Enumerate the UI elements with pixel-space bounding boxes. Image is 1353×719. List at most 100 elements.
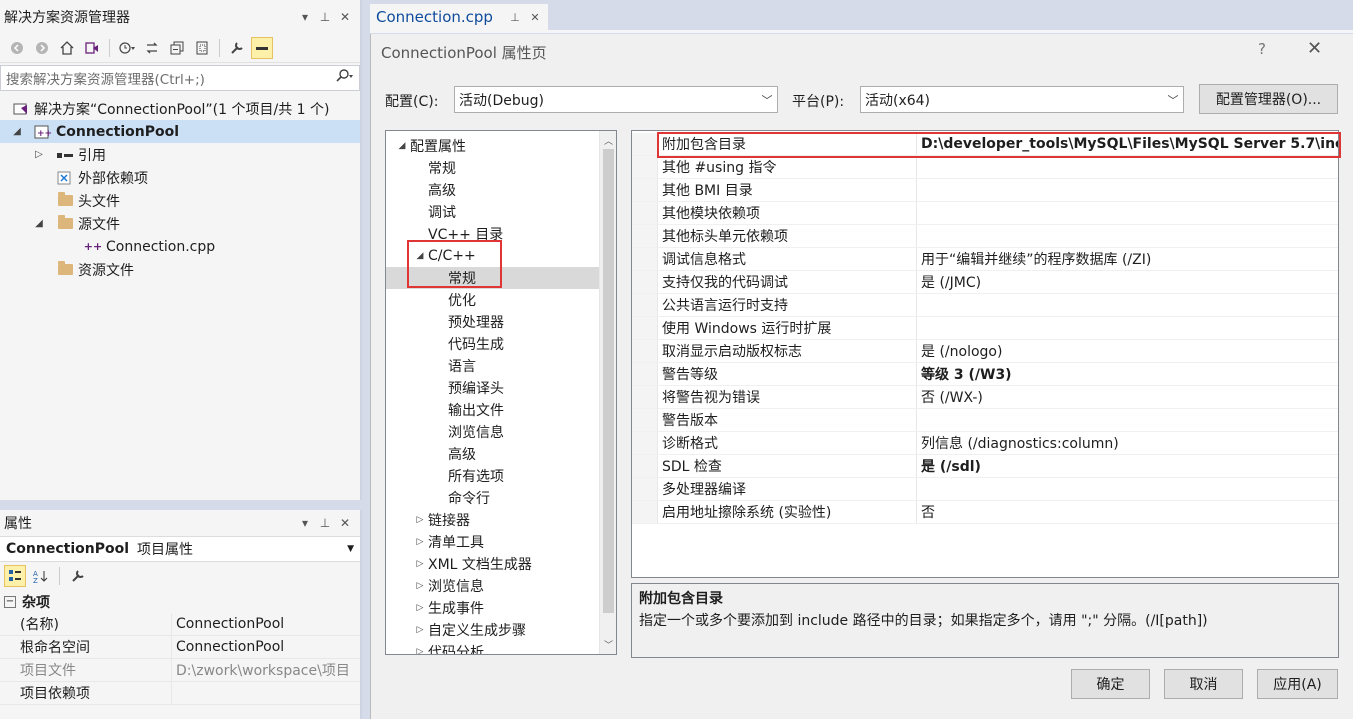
nav-tree-item[interactable]: 常规 (386, 267, 616, 289)
switch-views-icon[interactable] (81, 37, 103, 59)
property-row[interactable]: 多处理器编译 (632, 478, 1338, 501)
property-value[interactable] (917, 317, 1338, 339)
preview-selected-items-icon[interactable] (251, 36, 273, 59)
collapse-category-icon[interactable]: − (4, 595, 16, 608)
nav-tree-item[interactable]: VC++ 目录 (386, 223, 616, 245)
property-pages-wrench-icon[interactable] (67, 565, 89, 587)
nav-tree-item[interactable]: 高级 (386, 179, 616, 201)
property-row[interactable]: 将警告视为错误否 (/WX-) (632, 386, 1338, 409)
ok-button[interactable]: 确定 (1071, 669, 1150, 699)
property-row[interactable]: SDL 检查是 (/sdl) (632, 455, 1338, 478)
property-row[interactable]: 其他 #using 指令 (632, 156, 1338, 179)
nav-tree-item[interactable]: 语言 (386, 355, 616, 377)
property-value[interactable]: 否 (/WX-) (917, 386, 1338, 408)
nav-tree-item[interactable]: 高级 (386, 443, 616, 465)
property-value[interactable] (917, 478, 1338, 500)
expand-arrow-icon[interactable]: ▷ (412, 625, 428, 635)
property-value[interactable] (917, 294, 1338, 316)
close-icon[interactable]: ✕ (338, 10, 352, 24)
prop-row-name[interactable]: (名称) ConnectionPool (0, 613, 360, 636)
property-value[interactable]: 否 (917, 501, 1338, 523)
solution-explorer-search-input[interactable]: 搜索解决方案资源管理器(Ctrl+;) (0, 65, 360, 91)
tree-item-solution[interactable]: 解决方案“ConnectionPool”(1 个项目/共 1 个) (0, 97, 360, 120)
expand-arrow-icon[interactable]: ◢ (394, 141, 410, 151)
scroll-down-icon[interactable]: ﹀ (600, 638, 616, 651)
property-row[interactable]: 其他标头单元依赖项 (632, 225, 1338, 248)
property-value[interactable]: 用于“编辑并继续”的程序数据库 (/ZI) (917, 248, 1338, 270)
prop-value[interactable]: ConnectionPool (172, 636, 360, 658)
nav-tree-item[interactable]: ▷ 链接器 (386, 509, 616, 531)
tree-item-source-files[interactable]: ◢ 源文件 (0, 212, 360, 235)
property-value[interactable] (917, 202, 1338, 224)
chevron-down-icon[interactable]: ﹀ (757, 92, 777, 108)
tab-pin-icon[interactable]: ⊥ (508, 11, 522, 24)
dropdown-arrow-icon[interactable]: ▼ (347, 544, 354, 554)
window-position-dropdown-icon[interactable]: ▾ (298, 516, 312, 530)
expand-arrow-icon[interactable]: ▷ (32, 149, 46, 160)
nav-tree-item[interactable]: ▷ XML 文档生成器 (386, 553, 616, 575)
apply-button[interactable]: 应用(A) (1257, 669, 1338, 699)
prop-value[interactable] (172, 682, 360, 704)
platform-select[interactable]: 活动(x64) ﹀ (860, 86, 1184, 113)
property-row[interactable]: 支持仅我的代码调试是 (/JMC) (632, 271, 1338, 294)
tree-item-project[interactable]: ◢ ++ ConnectionPool (0, 120, 360, 143)
property-row[interactable]: 其他 BMI 目录 (632, 179, 1338, 202)
property-row[interactable]: 取消显示启动版权标志是 (/nologo) (632, 340, 1338, 363)
auto-hide-pin-icon[interactable]: ⊥ (318, 10, 332, 24)
object-selector[interactable]: ConnectionPool 项目属性 ▼ (0, 536, 360, 562)
nav-tree-item[interactable]: 预编译头 (386, 377, 616, 399)
nav-tree-item[interactable]: 代码生成 (386, 333, 616, 355)
expand-arrow-icon[interactable]: ▷ (412, 515, 428, 525)
nav-tree-item[interactable]: 常规 (386, 157, 616, 179)
window-position-dropdown-icon[interactable]: ▾ (298, 10, 312, 24)
nav-tree-item[interactable]: ▷ 代码分析 (386, 641, 616, 654)
nav-tree-item[interactable]: 命令行 (386, 487, 616, 509)
cancel-button[interactable]: 取消 (1164, 669, 1243, 699)
property-row[interactable]: 其他模块依赖项 (632, 202, 1338, 225)
nav-tree-item[interactable]: 浏览信息 (386, 421, 616, 443)
property-row[interactable]: 警告等级 等级 3 (/W3) (632, 363, 1338, 386)
property-row[interactable]: 启用地址擦除系统 (实验性) 否 (632, 501, 1338, 524)
tree-item-header-files[interactable]: 头文件 (0, 189, 360, 212)
home-icon[interactable] (56, 37, 78, 59)
nav-tree-item[interactable]: ▷ 自定义生成步骤 (386, 619, 616, 641)
nav-tree-item[interactable]: ▷ 清单工具 (386, 531, 616, 553)
chevron-down-icon[interactable]: ﹀ (1163, 92, 1183, 108)
tree-item-external-deps[interactable]: 外部依赖项 (0, 166, 360, 189)
nav-tree-item[interactable]: 预处理器 (386, 311, 616, 333)
properties-wrench-icon[interactable] (226, 37, 248, 59)
scroll-up-icon[interactable]: ︿ (600, 134, 616, 147)
tree-item-connection-cpp[interactable]: ++ Connection.cpp (0, 235, 360, 258)
expand-arrow-icon[interactable]: ▷ (412, 581, 428, 591)
auto-hide-pin-icon[interactable]: ⊥ (318, 516, 332, 530)
prop-row-root-namespace[interactable]: 根命名空间 ConnectionPool (0, 636, 360, 659)
property-row[interactable]: 附加包含目录 D:\developer_tools\MySQL\Files\MyS… (632, 133, 1338, 156)
tab-close-icon[interactable]: ✕ (528, 11, 542, 24)
property-row[interactable]: 警告版本 (632, 409, 1338, 432)
tree-scrollbar[interactable]: ︿ ﹀ (599, 131, 616, 654)
property-value[interactable] (917, 179, 1338, 201)
pending-changes-filter-icon[interactable] (116, 37, 138, 59)
expand-arrow-icon[interactable]: ◢ (412, 251, 428, 261)
close-icon[interactable]: ✕ (338, 516, 352, 530)
forward-icon[interactable] (31, 37, 53, 59)
configuration-select[interactable]: 活动(Debug) ﹀ (454, 86, 778, 113)
property-value[interactable]: 是 (/JMC) (917, 271, 1338, 293)
property-value[interactable] (917, 409, 1338, 431)
expand-arrow-icon[interactable]: ▷ (412, 647, 428, 654)
expand-arrow-icon[interactable]: ▷ (412, 603, 428, 613)
property-value[interactable]: 列信息 (/diagnostics:column) (917, 432, 1338, 454)
nav-tree-item[interactable]: ◢ 配置属性 (386, 135, 616, 157)
property-value[interactable]: D:\developer_tools\MySQL\Files\MySQL Ser… (917, 133, 1338, 155)
alphabetical-icon[interactable]: AZ (30, 565, 52, 587)
collapse-all-icon[interactable] (166, 37, 188, 59)
tree-item-resource-files[interactable]: 资源文件 (0, 258, 360, 281)
prop-value[interactable]: ConnectionPool (172, 613, 360, 635)
property-value[interactable]: 等级 3 (/W3) (917, 363, 1338, 385)
nav-tree-item[interactable]: 优化 (386, 289, 616, 311)
nav-tree-item[interactable]: 所有选项 (386, 465, 616, 487)
nav-tree-item[interactable]: ▷ 浏览信息 (386, 575, 616, 597)
dialog-close-icon[interactable]: ✕ (1307, 38, 1322, 59)
sync-with-document-icon[interactable] (141, 37, 163, 59)
categorized-icon[interactable] (4, 565, 26, 587)
